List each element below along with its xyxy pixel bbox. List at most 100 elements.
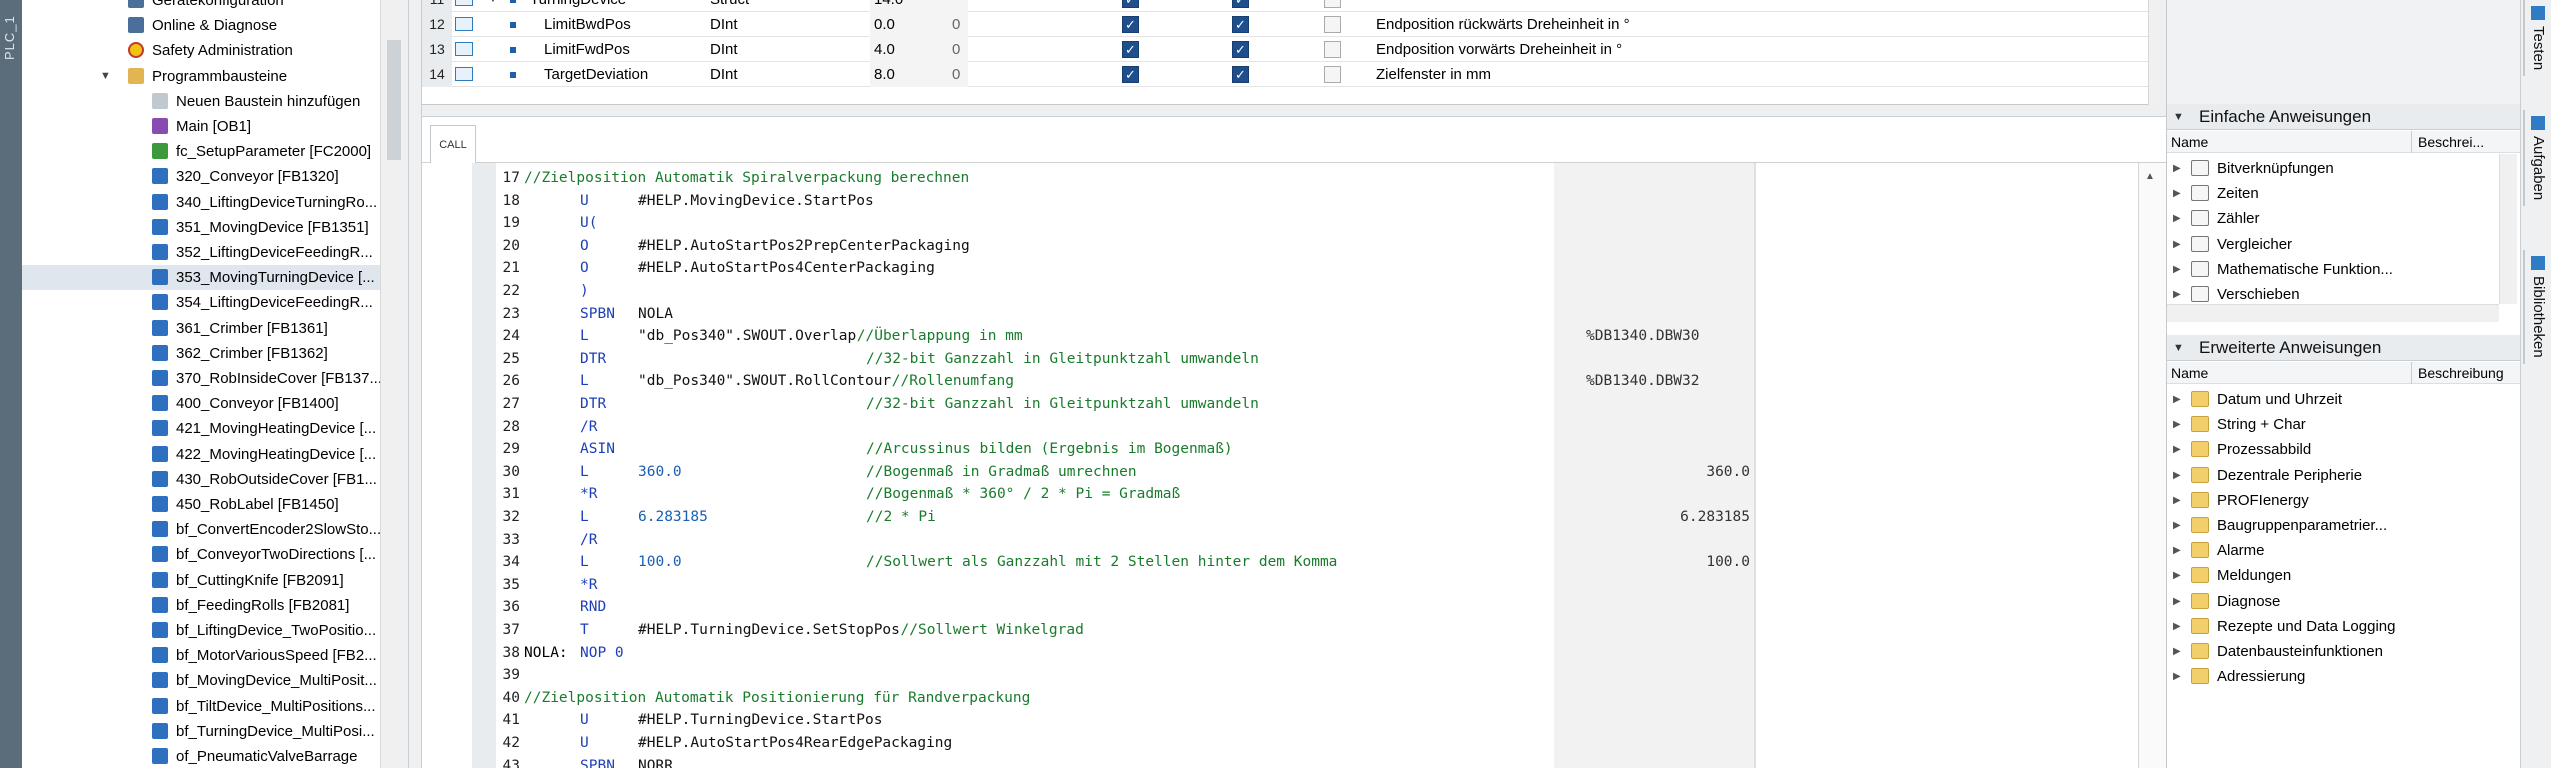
- tree-item[interactable]: 320_Conveyor [FB1320]: [22, 164, 402, 189]
- start-value[interactable]: 0: [952, 62, 960, 87]
- variable-comment[interactable]: Endposition vorwärts Dreheinheit in °: [1376, 37, 1622, 62]
- variable-name[interactable]: TurningDevice: [530, 0, 626, 12]
- instruction-folder[interactable]: ▶ Datum und Uhrzeit: [2167, 387, 2521, 412]
- operand[interactable]: NORR: [638, 755, 673, 768]
- instruction-folder[interactable]: ▶ PROFIenergy: [2167, 488, 2521, 513]
- line-comment[interactable]: //Arcussinus bilden (Ergebnis im Bogenma…: [866, 438, 1233, 461]
- setpoint-checkbox[interactable]: [1324, 16, 1341, 33]
- code-line[interactable]: 31 *R //Bogenmaß * 360° / 2 * Pi = Gradmaß: [472, 483, 2132, 506]
- code-line[interactable]: 27 DTR //32-bit Ganzzahl in Gleitpunktzahl…: [472, 393, 2132, 416]
- instruction-folder[interactable]: ▶ Prozessabbild: [2167, 437, 2521, 462]
- expand-arrow-icon[interactable]: ▶: [2173, 488, 2181, 513]
- instruction[interactable]: O: [580, 257, 589, 280]
- operand[interactable]: #HELP.AutoStartPos4CenterPackaging: [638, 257, 935, 280]
- expand-arrow-icon[interactable]: ▼: [488, 0, 498, 12]
- instruction-group[interactable]: ▶ Verschieben: [2167, 282, 2499, 307]
- code-line[interactable]: 25 DTR //32-bit Ganzzahl in Gleitpunktzahl…: [472, 348, 2132, 371]
- tree-item[interactable]: Safety Administration: [22, 38, 402, 63]
- operand[interactable]: #HELP.AutoStartPos4RearEdgePackaging: [638, 732, 952, 755]
- tree-item[interactable]: bf_ConveyorTwoDirections [...: [22, 542, 402, 567]
- description-column-header[interactable]: Beschreibung: [2411, 362, 2504, 384]
- code-line[interactable]: 37 T #HELP.TurningDevice.SetStopPos//Sollw…: [472, 619, 2132, 642]
- tree-item[interactable]: 352_LiftingDeviceFeedingR...: [22, 240, 402, 265]
- instruction-folder[interactable]: ▶ Meldungen: [2167, 563, 2521, 588]
- interface-row[interactable]: 12 LimitBwdPos DInt 0.0 0 ✓ ✓ Endposition rückw…: [422, 12, 2166, 37]
- simple-list-scrollbar[interactable]: [2499, 154, 2517, 304]
- code-line[interactable]: 39: [472, 664, 2132, 687]
- description-column-header[interactable]: Beschrei...: [2411, 131, 2484, 153]
- instruction-folder[interactable]: ▶ Rezepte und Data Logging: [2167, 614, 2521, 639]
- instruction[interactable]: /R: [580, 529, 597, 552]
- extended-instructions-header[interactable]: ▼ Erweiterte Anweisungen: [2167, 335, 2521, 361]
- simple-instructions-header[interactable]: ▼ Einfache Anweisungen: [2167, 104, 2521, 130]
- instruction[interactable]: /R: [580, 416, 597, 439]
- call-tab[interactable]: CALL: [430, 125, 476, 163]
- interface-row[interactable]: 14 TargetDeviation DInt 8.0 0 ✓ ✓ Zielfenster i…: [422, 62, 2166, 87]
- instruction[interactable]: ASIN: [580, 438, 615, 461]
- instruction[interactable]: L: [580, 325, 589, 348]
- panel-splitter[interactable]: [408, 0, 422, 768]
- tree-item[interactable]: bf_MotorVariousSpeed [FB2...: [22, 643, 402, 668]
- code-line[interactable]: 32 L 6.283185 //2 * Pi 6.283185: [472, 506, 2132, 529]
- code-line[interactable]: 30 L 360.0 //Bogenmaß in Gradmaß umrechnen 3…: [472, 461, 2132, 484]
- instruction-folder[interactable]: ▶ Adressierung: [2167, 664, 2521, 689]
- tree-item[interactable]: bf_CuttingKnife [FB2091]: [22, 568, 402, 593]
- expand-arrow-icon[interactable]: ▶: [2173, 463, 2181, 488]
- variable-name[interactable]: TargetDeviation: [544, 62, 648, 87]
- offset-value[interactable]: 14.0: [870, 0, 968, 12]
- instruction[interactable]: ): [580, 280, 589, 303]
- code-line[interactable]: 18 U #HELP.MovingDevice.StartPos: [472, 190, 2132, 213]
- code-line[interactable]: 20 O #HELP.AutoStartPos2PrepCenterPackagin…: [472, 235, 2132, 258]
- tree-item[interactable]: Main [OB1]: [22, 114, 402, 139]
- instruction[interactable]: SPBN: [580, 755, 615, 768]
- tree-item[interactable]: bf_TiltDevice_MultiPositions...: [22, 694, 402, 719]
- accessible-checkbox[interactable]: ✓: [1122, 0, 1139, 8]
- instruction[interactable]: L: [580, 370, 589, 393]
- collapse-chevron-icon[interactable]: ▼: [2173, 335, 2184, 361]
- expand-arrow-icon[interactable]: ▶: [2173, 412, 2181, 437]
- tree-item[interactable]: of_PneumaticValveBarrage: [22, 744, 402, 768]
- stl-code-area[interactable]: 17//Zielposition Automatik Spiralverpack…: [472, 163, 2138, 768]
- instruction[interactable]: U: [580, 732, 589, 755]
- instruction[interactable]: L: [580, 461, 589, 484]
- code-line[interactable]: 24 L "db_Pos340".SWOUT.Overlap//Überlappun…: [472, 325, 2132, 348]
- expand-arrow-icon[interactable]: ▶: [2173, 664, 2181, 689]
- tree-item[interactable]: Gerätekonfiguration: [22, 0, 402, 13]
- code-line[interactable]: 40//Zielposition Automatik Positionierun…: [472, 687, 2132, 710]
- tree-item[interactable]: fc_SetupParameter [FC2000]: [22, 139, 402, 164]
- instruction-group[interactable]: ▶ Bitverknüpfungen: [2167, 156, 2499, 181]
- interface-code-splitter[interactable]: [422, 105, 2166, 117]
- line-comment[interactable]: //Überlappung in mm: [857, 325, 1023, 348]
- tree-item[interactable]: 422_MovingHeatingDevice [...: [22, 442, 402, 467]
- variable-name[interactable]: LimitFwdPos: [544, 37, 630, 62]
- expand-arrow-icon[interactable]: ▶: [2173, 181, 2181, 206]
- code-line[interactable]: 21 O #HELP.AutoStartPos4CenterPackaging: [472, 257, 2132, 280]
- expand-arrow-icon[interactable]: ▶: [2173, 437, 2181, 462]
- instruction[interactable]: SPBN: [580, 303, 615, 326]
- line-comment[interactable]: //Sollwert als Ganzzahl mit 2 Stellen hi…: [866, 551, 1337, 574]
- instruction-folder[interactable]: ▶ Datenbausteinfunktionen: [2167, 639, 2521, 664]
- tree-item[interactable]: 430_RobOutsideCover [FB1...: [22, 467, 402, 492]
- code-line[interactable]: 23 SPBN NOLA: [472, 303, 2132, 326]
- start-value[interactable]: 0: [952, 37, 960, 62]
- tree-item[interactable]: 400_Conveyor [FB1400]: [22, 391, 402, 416]
- tree-item[interactable]: bf_FeedingRolls [FB2081]: [22, 593, 402, 618]
- code-scrollbar[interactable]: ▲: [2138, 163, 2166, 768]
- tree-item[interactable]: 362_Crimber [FB1362]: [22, 341, 402, 366]
- instruction[interactable]: O: [580, 235, 589, 258]
- code-line[interactable]: 42 U #HELP.AutoStartPos4RearEdgePackaging: [472, 732, 2132, 755]
- start-value[interactable]: 0: [952, 12, 960, 37]
- scrollbar-thumb[interactable]: [387, 40, 401, 160]
- variable-comment[interactable]: Endposition rückwärts Dreheinheit in °: [1376, 12, 1630, 37]
- writable-checkbox[interactable]: ✓: [1232, 16, 1249, 33]
- instruction-group[interactable]: ▶ Zähler: [2167, 206, 2499, 231]
- code-line[interactable]: 26 L "db_Pos340".SWOUT.RollContour//Rollen…: [472, 370, 2132, 393]
- variable-comment[interactable]: Zielfenster in mm: [1376, 62, 1491, 87]
- tree-item[interactable]: ▼ Programmbausteine: [22, 64, 402, 89]
- data-type[interactable]: DInt: [710, 62, 738, 87]
- instruction[interactable]: DTR: [580, 348, 606, 371]
- line-comment[interactable]: //Rollenumfang: [892, 370, 1014, 393]
- variable-name[interactable]: LimitBwdPos: [544, 12, 631, 37]
- code-line[interactable]: 34 L 100.0 //Sollwert als Ganzzahl mit 2 St…: [472, 551, 2132, 574]
- expand-arrow-icon[interactable]: ▶: [2173, 282, 2181, 307]
